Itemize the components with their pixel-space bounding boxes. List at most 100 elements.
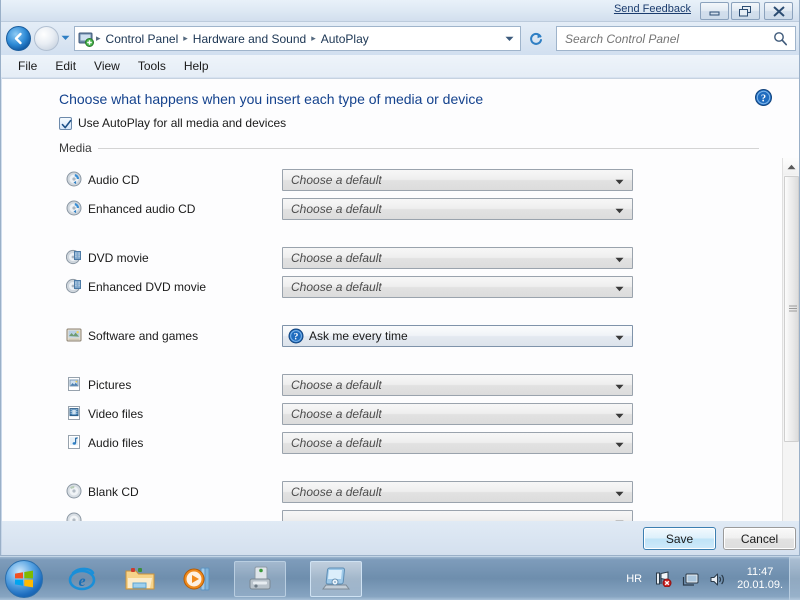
autoplay-window: Send Feedback ▸ Control Panel ▸ Hardware… (0, 0, 800, 556)
chevron-down-icon (61, 35, 70, 40)
media-row: Audio files Choose a default (2, 428, 782, 457)
audio-cd-icon (66, 171, 82, 187)
taskbar-item-internet-explorer[interactable]: e (60, 561, 104, 597)
chevron-down-icon[interactable] (615, 413, 624, 419)
dvd-movie-icon (66, 249, 82, 265)
media-row-label: Pictures (88, 377, 132, 392)
media-row: Audio CD Choose a default (2, 165, 782, 194)
display-icon[interactable] (682, 572, 699, 587)
vertical-scrollbar[interactable] (782, 158, 799, 521)
clock-time: 11:47 (746, 566, 774, 578)
title-bar: Send Feedback (1, 0, 799, 22)
device-icon (249, 566, 271, 590)
chevron-down-icon[interactable] (615, 335, 624, 341)
dropdown-value: Choose a default (291, 406, 382, 421)
menu-item-tools[interactable]: Tools (129, 57, 175, 75)
menu-item-edit[interactable]: Edit (46, 57, 85, 75)
media-default-dropdown[interactable]: Choose a default (282, 197, 633, 220)
media-row: Software and games ? Ask me every time (2, 321, 782, 350)
media-row-label: Audio CD (88, 172, 140, 187)
video-files-icon (66, 405, 82, 421)
chevron-down-icon[interactable] (615, 179, 624, 185)
media-row: Blank CD Choose a default (2, 477, 782, 506)
language-indicator[interactable]: HR (626, 573, 642, 585)
clock[interactable]: 11:47 20.01.09. (737, 566, 783, 592)
minimize-icon (709, 11, 720, 15)
start-button[interactable] (5, 560, 43, 598)
ask-me-icon: ? (288, 328, 304, 344)
media-row (2, 506, 782, 521)
chevron-down-icon[interactable] (615, 286, 624, 292)
refresh-button[interactable] (525, 27, 547, 50)
address-dropdown-button[interactable] (505, 36, 514, 42)
search-box[interactable] (556, 26, 796, 51)
autoplay-device-icon (322, 567, 350, 590)
menu-item-view[interactable]: View (85, 57, 129, 75)
network-error-icon[interactable] (655, 571, 672, 587)
taskbar-item-autoplay-window[interactable] (310, 561, 362, 597)
blank-cd-icon (66, 483, 82, 499)
media-default-dropdown[interactable]: Choose a default (282, 480, 633, 503)
show-desktop-button[interactable] (789, 557, 800, 600)
audio-files-icon (66, 434, 82, 450)
media-row-label: Software and games (88, 328, 199, 343)
dropdown-value: Choose a default (291, 250, 382, 265)
media-default-dropdown[interactable]: Choose a default (282, 402, 633, 425)
scrollbar-grip-icon (789, 305, 797, 313)
media-row: DVD movie Choose a default (2, 243, 782, 272)
taskbar: e HR 11:47 20.01.09. (0, 556, 800, 600)
media-rows: Audio CD Choose a default Enhanced audio C… (2, 165, 782, 521)
breadcrumb-item-2[interactable]: AutoPlay (317, 31, 373, 47)
media-row: Video files Choose a default (2, 399, 782, 428)
scroll-up-button[interactable] (783, 158, 799, 175)
audio-cd-icon (66, 200, 82, 216)
taskbar-item-windows-media-player[interactable] (176, 561, 220, 597)
media-row-label: Blank CD (88, 484, 139, 499)
forward-button[interactable] (34, 26, 59, 51)
menu-item-help[interactable]: Help (175, 57, 218, 75)
volume-icon[interactable] (709, 572, 726, 587)
breadcrumb-bar[interactable]: ▸ Control Panel ▸ Hardware and Sound ▸ A… (74, 26, 521, 51)
taskbar-item-windows-explorer[interactable] (118, 561, 162, 597)
chevron-down-icon[interactable] (615, 442, 624, 448)
close-button[interactable] (764, 2, 793, 20)
back-button[interactable] (6, 26, 31, 51)
chevron-down-icon[interactable] (615, 257, 624, 263)
media-row-label: Audio files (88, 435, 144, 450)
minimize-button[interactable] (700, 2, 729, 20)
chevron-down-icon[interactable] (615, 384, 624, 390)
media-default-dropdown[interactable]: Choose a default (282, 246, 633, 269)
search-input[interactable] (557, 30, 762, 47)
breadcrumb-item-0[interactable]: Control Panel (102, 31, 183, 47)
media-default-dropdown[interactable]: Choose a default (282, 168, 633, 191)
menu-item-file[interactable]: File (9, 57, 46, 75)
system-tray: HR 11:47 20.01.09. (626, 557, 800, 600)
media-default-dropdown[interactable]: Choose a default (282, 275, 633, 298)
back-arrow-icon (14, 32, 22, 45)
media-default-dropdown[interactable]: Choose a default (282, 373, 633, 396)
dropdown-value: Choose a default (291, 484, 382, 499)
scrollbar-thumb[interactable] (784, 176, 799, 442)
use-autoplay-checkbox[interactable]: Use AutoPlay for all media and devices (59, 116, 286, 130)
media-default-dropdown[interactable]: ? Ask me every time (282, 324, 633, 347)
restore-icon (739, 5, 751, 16)
chevron-down-icon[interactable] (615, 208, 624, 214)
checkmark-icon (61, 119, 72, 128)
clock-date: 20.01.09. (737, 579, 783, 591)
chevron-down-icon[interactable] (615, 491, 624, 497)
recent-pages-dropdown[interactable] (61, 35, 70, 41)
taskbar-item-device-window[interactable] (234, 561, 286, 597)
help-icon[interactable]: ? (755, 89, 772, 106)
media-default-dropdown[interactable]: Choose a default (282, 431, 633, 454)
checkbox-box[interactable] (59, 116, 72, 130)
media-group-label: Media (59, 141, 92, 155)
send-feedback-link[interactable]: Send Feedback (614, 3, 691, 15)
breadcrumb-item-1[interactable]: Hardware and Sound (189, 31, 310, 47)
cancel-button[interactable]: Cancel (723, 527, 796, 550)
search-icon[interactable] (773, 31, 788, 46)
svg-text:?: ? (761, 93, 766, 104)
media-default-dropdown[interactable] (282, 509, 633, 521)
maximize-button[interactable] (731, 2, 760, 20)
save-button[interactable]: Save (643, 527, 716, 550)
close-icon (772, 5, 785, 17)
